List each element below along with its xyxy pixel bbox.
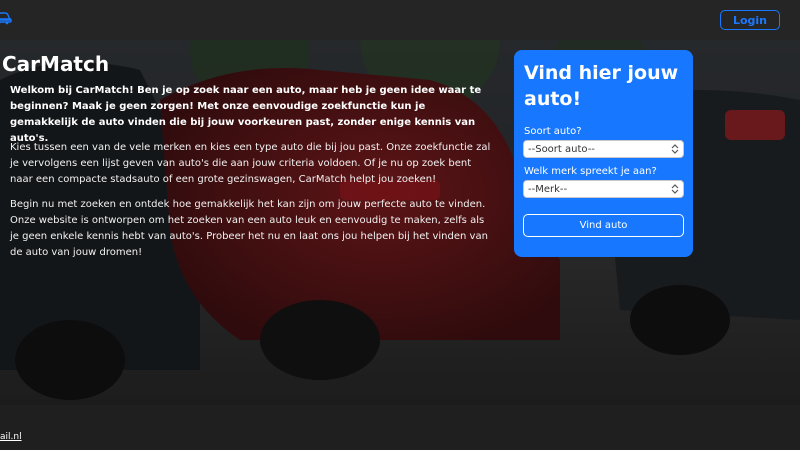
search-card: Vind hier jouw auto! Soort auto? --Soort… <box>514 50 693 257</box>
intro-paragraph: Welkom bij CarMatch! Ben je op zoek naar… <box>10 85 482 144</box>
chevron-updown-icon <box>671 144 679 154</box>
page-title: CarMatch <box>2 52 110 76</box>
footer-email-link[interactable]: ail.nl <box>0 432 22 442</box>
brand-label: Welk merk spreekt je aan? <box>524 166 657 177</box>
car-type-label: Soort auto? <box>524 126 582 137</box>
car-icon[interactable] <box>0 11 12 25</box>
chevron-updown-icon <box>671 184 679 194</box>
intro-text-block: CarMatch Welkom bij CarMatch! Ben je op … <box>0 40 500 405</box>
brand-value: --Merk-- <box>528 183 568 195</box>
cta-paragraph: Begin nu met zoeken en ontdek hoe gemakk… <box>10 199 488 258</box>
brand-select[interactable]: --Merk-- <box>523 180 684 198</box>
info-paragraph: Kies tussen een van de vele merken en ki… <box>10 142 491 185</box>
login-button[interactable]: Login <box>720 10 780 30</box>
car-type-value: --Soort auto-- <box>528 143 595 155</box>
car-type-select[interactable]: --Soort auto-- <box>523 140 684 158</box>
top-navbar: Login <box>0 0 800 40</box>
find-car-button[interactable]: Vind auto <box>523 214 684 237</box>
search-card-title: Vind hier jouw auto! <box>524 62 679 110</box>
hero-section: CarMatch Welkom bij CarMatch! Ben je op … <box>0 40 800 405</box>
